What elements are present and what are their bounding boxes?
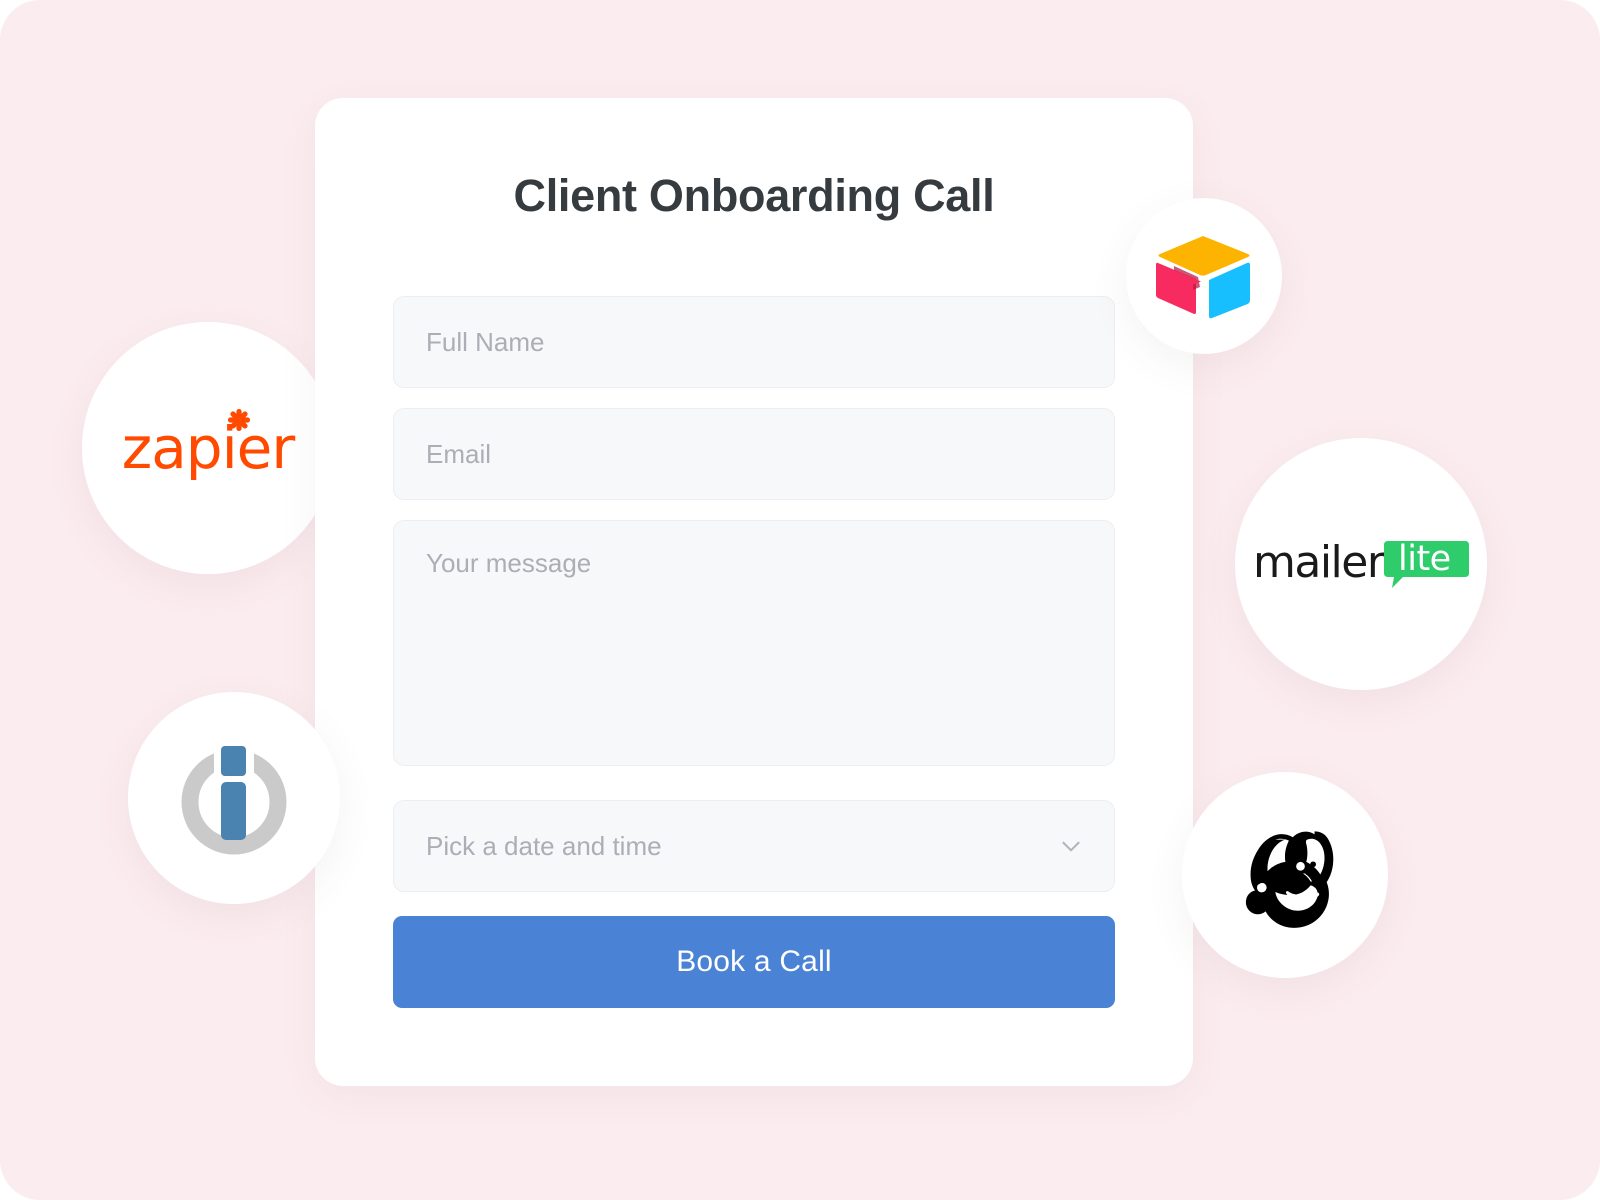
activecampaign-logo-icon <box>181 744 287 855</box>
booking-form-card: Client Onboarding Call Full Name Email Y… <box>315 98 1193 1086</box>
date-time-placeholder: Pick a date and time <box>426 831 662 861</box>
book-a-call-button[interactable]: Book a Call <box>393 916 1115 1008</box>
mailerlite-logo-icon: mailer lite <box>1253 537 1469 588</box>
svg-text:lite: lite <box>1398 539 1451 579</box>
page-root: Client Onboarding Call Full Name Email Y… <box>0 0 1600 1200</box>
airtable-logo-icon <box>1156 236 1250 319</box>
badge-airtable[interactable] <box>1126 198 1282 354</box>
badge-activecampaign[interactable] <box>128 692 340 904</box>
date-time-select[interactable]: Pick a date and time <box>393 800 1115 892</box>
chevron-down-icon <box>1062 841 1080 852</box>
email-input[interactable]: Email <box>393 408 1115 500</box>
badge-mailchimp[interactable] <box>1182 772 1388 978</box>
badge-mailerlite[interactable]: mailer lite <box>1235 438 1487 690</box>
mailchimp-logo-icon <box>1245 831 1334 928</box>
svg-text:zapier: zapier <box>122 414 296 482</box>
message-textarea[interactable]: Your message <box>393 520 1115 766</box>
zapier-logo-icon: zapier <box>122 409 296 482</box>
badge-zapier[interactable]: zapier <box>82 322 334 574</box>
full-name-input[interactable]: Full Name <box>393 296 1115 388</box>
page-title: Client Onboarding Call <box>513 170 995 221</box>
svg-text:mailer: mailer <box>1253 537 1386 588</box>
